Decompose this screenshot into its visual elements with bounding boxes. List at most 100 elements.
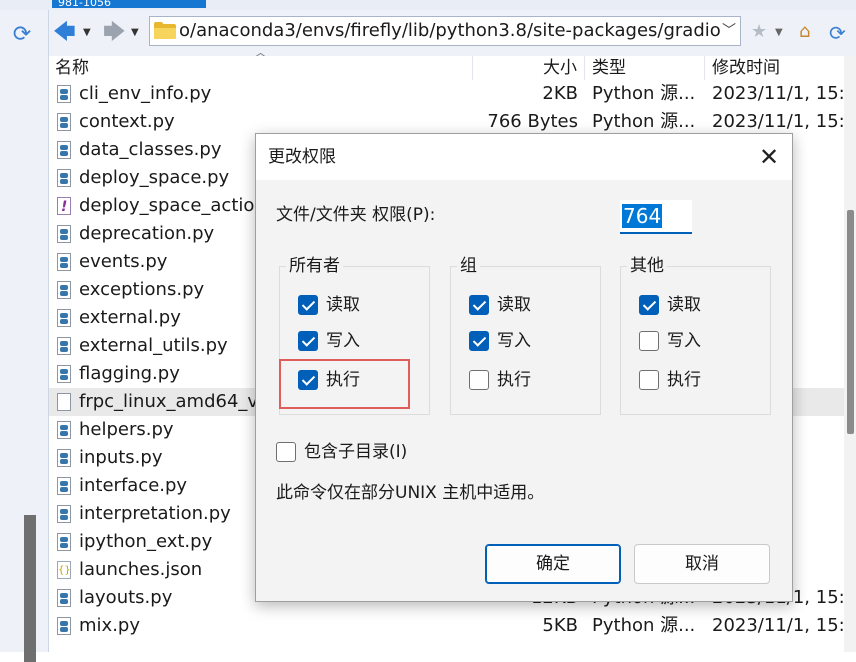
folder-icon (154, 22, 176, 39)
python-file-icon (57, 253, 71, 271)
file-name: cli_env_info.py (79, 83, 212, 104)
python-file-icon (57, 505, 71, 523)
ok-button[interactable]: 确定 (485, 544, 621, 584)
python-file-icon (57, 365, 71, 383)
home-folder-icon[interactable]: ⌂ (799, 22, 821, 42)
file-name: helpers.py (79, 419, 174, 440)
permission-value-input[interactable]: 764 (620, 200, 692, 234)
file-name: deprecation.py (79, 223, 215, 244)
read-label: 读取 (326, 295, 360, 315)
file-name: frpc_linux_amd64_v0 (79, 391, 270, 412)
file-size: 2KB (542, 83, 578, 104)
checkbox-icon[interactable] (298, 331, 318, 351)
checkbox-icon[interactable] (639, 370, 659, 390)
file-name: interpretation.py (79, 503, 231, 524)
favorites-dropdown-icon[interactable]: ▼ (775, 23, 787, 43)
cancel-button[interactable]: 取消 (634, 544, 770, 584)
python-file-icon (57, 533, 71, 551)
file-name: external_utils.py (79, 335, 228, 356)
checkbox-icon[interactable] (298, 295, 318, 315)
refresh-icon-remote[interactable]: ⟳ (829, 20, 853, 46)
file-name: events.py (79, 251, 168, 272)
file-name: launches.json (79, 559, 203, 580)
vertical-scrollbar[interactable] (844, 56, 856, 652)
write-label: 写入 (497, 331, 531, 351)
checkbox-icon[interactable] (469, 370, 489, 390)
refresh-icon[interactable]: ⟳ (8, 22, 36, 48)
checkbox-icon[interactable] (276, 442, 296, 462)
permission-label: 文件/文件夹 权限(P): (276, 205, 436, 225)
file-name: deploy_space.py (79, 167, 230, 188)
back-arrow-icon[interactable]: 🡄 (53, 20, 83, 46)
python-file-icon (57, 449, 71, 467)
local-pane-edge: ⟳ (0, 10, 49, 662)
read-label: 读取 (497, 295, 531, 315)
file-name: data_classes.py (79, 139, 222, 160)
exec-label: 执行 (667, 370, 701, 390)
python-file-icon (57, 309, 71, 327)
file-name: interface.py (79, 475, 188, 496)
file-list-header: 名称 大小 类型 修改时间 (49, 56, 844, 80)
permission-value-text[interactable]: 764 (622, 204, 663, 228)
generic-file-icon (57, 393, 71, 411)
file-modified: 2023/11/1, 15: (712, 111, 844, 132)
json-file-icon (57, 557, 71, 585)
unknown-file-icon (57, 193, 71, 221)
permission-group: 其他 读取 写入 执行 (620, 255, 771, 415)
python-file-icon (57, 169, 71, 187)
file-name: external.py (79, 307, 181, 328)
group-legend: 其他 (627, 255, 667, 277)
file-name: layouts.py (79, 587, 173, 608)
file-name: inputs.py (79, 447, 163, 468)
column-header-name[interactable]: 名称 (55, 57, 89, 79)
dialog-title: 更改权限 (268, 147, 336, 167)
column-header-modified[interactable]: 修改时间 (712, 57, 780, 79)
forward-history-dropdown-icon[interactable]: ▼ (131, 23, 143, 43)
file-name: flagging.py (79, 363, 180, 384)
file-name: ipython_ext.py (79, 531, 213, 552)
file-type: Python 源... (592, 615, 696, 636)
checkbox-icon[interactable] (639, 295, 659, 315)
file-row[interactable]: mix.py 5KB Python 源... 2023/11/1, 15: (49, 612, 844, 640)
file-type: Python 源... (592, 83, 696, 104)
path-combobox[interactable]: o/anaconda3/envs/firefly/lib/python3.8/s… (149, 16, 741, 46)
file-row[interactable]: context.py 766 Bytes Python 源... 2023/11/1,… (49, 108, 844, 136)
highlight-box (279, 359, 410, 409)
forward-arrow-icon[interactable]: 🡆 (103, 20, 133, 46)
scrollbar-thumb[interactable] (847, 210, 854, 434)
python-file-icon (57, 113, 71, 131)
file-name: context.py (79, 111, 175, 132)
python-file-icon (57, 281, 71, 299)
write-label: 写入 (326, 331, 360, 351)
file-modified: 2023/11/1, 15: (712, 615, 844, 636)
file-modified: 2023/11/1, 15: (712, 83, 844, 104)
left-scrollbar-thumb[interactable] (24, 515, 36, 662)
file-size: 766 Bytes (487, 111, 578, 132)
file-row[interactable]: cli_env_info.py 2KB Python 源... 2023/11/1, … (49, 80, 844, 108)
file-name: mix.py (79, 615, 140, 636)
column-header-size[interactable]: 大小 (543, 57, 577, 79)
include-subdirs-label: 包含子目录(I) (304, 442, 408, 462)
file-type: Python 源... (592, 111, 696, 132)
read-label: 读取 (667, 295, 701, 315)
close-icon[interactable]: ✕ (752, 140, 786, 174)
active-tab[interactable]: 981-1056 (52, 0, 206, 8)
checkbox-icon[interactable] (639, 331, 659, 351)
address-toolbar: 🡄 ▼ 🡆 ▼ o/anaconda3/envs/firefly/lib/pyt… (49, 10, 856, 57)
python-file-icon (57, 85, 71, 103)
star-icon[interactable]: ★ (751, 20, 773, 44)
group-legend: 组 (457, 255, 480, 277)
exec-label: 执行 (497, 370, 531, 390)
unix-note: 此命令仅在部分UNIX 主机中适用。 (276, 483, 545, 503)
back-history-dropdown-icon[interactable]: ▼ (83, 23, 95, 43)
file-name: deploy_space_action (79, 195, 266, 216)
python-file-icon (57, 477, 71, 495)
chevron-down-icon[interactable]: ﹀ (722, 20, 736, 42)
column-header-type[interactable]: 类型 (592, 57, 626, 79)
path-text[interactable]: o/anaconda3/envs/firefly/lib/python3.8/s… (179, 20, 721, 42)
group-legend: 所有者 (286, 255, 343, 277)
python-file-icon (57, 617, 71, 635)
checkbox-icon[interactable] (469, 295, 489, 315)
permission-group: 组读取写入执行 (450, 255, 601, 415)
checkbox-icon[interactable] (469, 331, 489, 351)
